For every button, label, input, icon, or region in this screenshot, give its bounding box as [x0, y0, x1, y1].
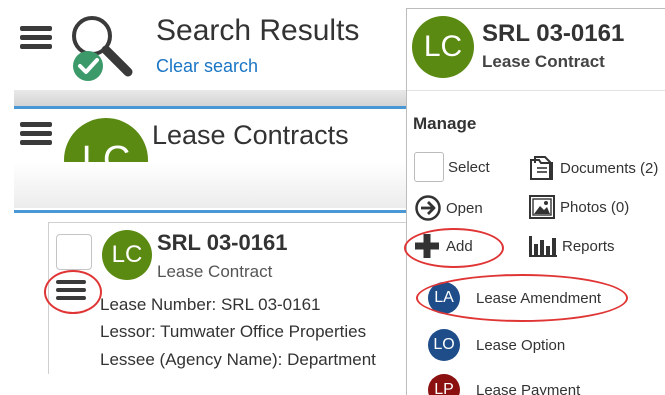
documents-icon: [530, 156, 553, 180]
record-menu-icon[interactable]: [56, 280, 86, 302]
section-menu-icon[interactable]: [20, 122, 52, 146]
lease-payment-label: Lease Payment: [476, 381, 581, 395]
menu-record-avatar: LC: [412, 16, 474, 78]
menu-header-divider: [407, 90, 665, 91]
reports-button[interactable]: Reports: [528, 234, 615, 258]
select-button[interactable]: Select: [414, 152, 490, 182]
main-menu-icon[interactable]: [20, 26, 52, 50]
photos-label: Photos (0): [560, 198, 630, 216]
manage-heading: Manage: [413, 114, 477, 133]
lease-contracts-title: Lease Contracts: [152, 120, 349, 150]
menu-record-type: Lease Contract: [482, 52, 605, 71]
lessor-field: Lessor: Tumwater Office Properties: [100, 322, 367, 341]
lease-payment-item[interactable]: LP Lease Payment: [428, 374, 580, 395]
clear-search-link[interactable]: Clear search: [156, 56, 258, 77]
section-divider: [14, 106, 406, 109]
lease-amendment-label: Lease Amendment: [476, 289, 602, 307]
lease-option-item[interactable]: LO Lease Option: [428, 329, 565, 361]
search-results-title: Search Results: [156, 14, 360, 47]
open-label: Open: [446, 199, 483, 217]
record-type: Lease Contract: [157, 262, 273, 281]
photos-icon: [529, 195, 555, 219]
open-button[interactable]: Open: [414, 194, 483, 222]
search-check-icon: [72, 16, 133, 81]
lease-amendment-item[interactable]: LA Lease Amendment: [428, 282, 601, 314]
plus-icon: [415, 234, 439, 258]
lease-number-field: Lease Number: SRL 03-0161: [100, 295, 321, 314]
select-label: Select: [448, 158, 490, 176]
photos-button[interactable]: Photos (0): [528, 194, 629, 220]
add-label: Add: [446, 237, 473, 255]
reports-label: Reports: [562, 237, 615, 255]
documents-button[interactable]: Documents (2): [528, 154, 658, 182]
lease-option-label: Lease Option: [476, 336, 566, 354]
record-title[interactable]: SRL 03-0161: [157, 230, 287, 256]
select-checkbox-icon: [414, 152, 444, 182]
header-separator: [14, 90, 406, 106]
lease-payment-avatar: LP: [428, 374, 460, 395]
documents-label: Documents (2): [560, 159, 659, 177]
add-button[interactable]: Add: [414, 233, 473, 259]
menu-record-title: SRL 03-0161: [482, 20, 625, 47]
record-avatar: LC: [102, 230, 152, 280]
record-select-checkbox[interactable]: [56, 234, 92, 270]
reports-icon: [529, 236, 557, 257]
lease-amendment-avatar: LA: [428, 282, 460, 314]
lessee-field: Lessee (Agency Name): Department: [100, 350, 376, 369]
list-toolbar-band: [14, 162, 406, 208]
list-divider: [14, 210, 406, 213]
lease-option-avatar: LO: [428, 329, 460, 361]
open-arrow-icon: [415, 195, 441, 221]
